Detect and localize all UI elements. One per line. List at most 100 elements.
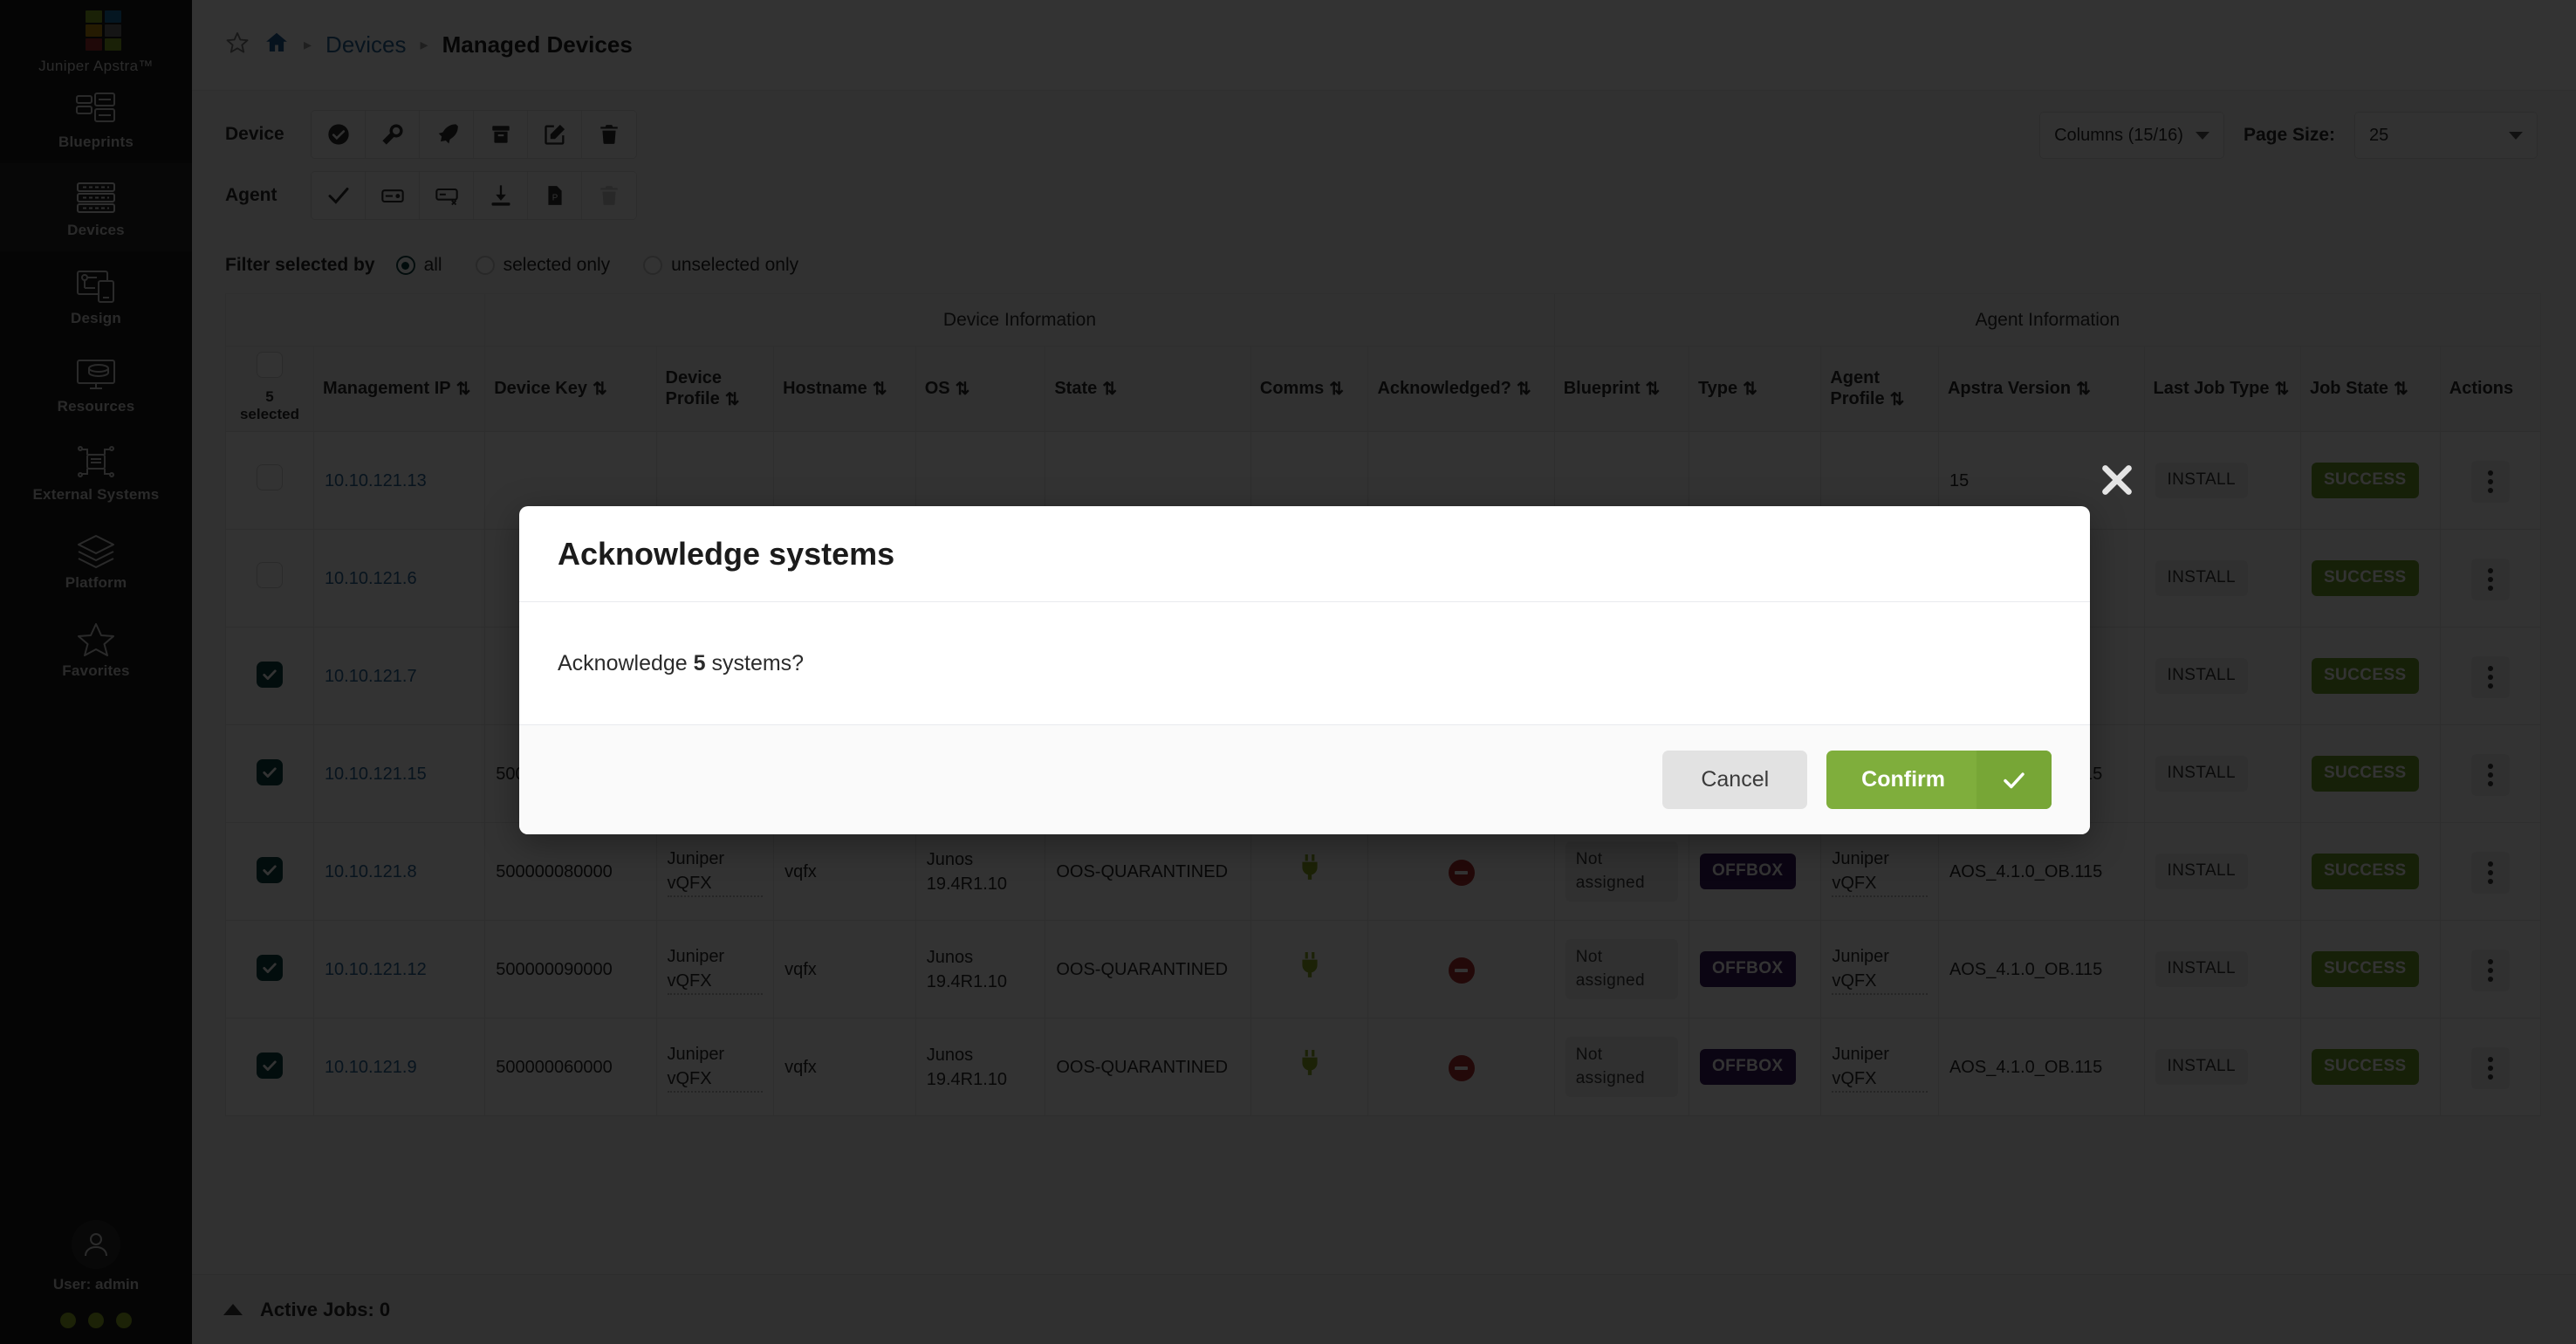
- management-ip-link[interactable]: 10.10.121.9: [325, 1058, 417, 1077]
- col-management-ip[interactable]: Management IP ⇅: [312, 345, 486, 433]
- row-select-cell[interactable]: [225, 431, 314, 531]
- agent-check-button[interactable]: [312, 172, 366, 219]
- management-ip-link[interactable]: 10.10.121.13: [325, 471, 427, 490]
- col-acknowledged[interactable]: Acknowledged? ⇅: [1367, 345, 1555, 433]
- sidebar-item-blueprints[interactable]: Blueprints: [0, 75, 192, 163]
- edit-button[interactable]: [528, 111, 582, 158]
- col-blueprint[interactable]: Blueprint ⇅: [1553, 345, 1689, 433]
- filter-option-unselected-only[interactable]: unselected only: [643, 255, 798, 276]
- design-icon: [76, 269, 116, 304]
- status-badge: SUCCESS: [2311, 951, 2419, 987]
- row-menu-button[interactable]: [2470, 1047, 2510, 1090]
- sidebar-item-favorites[interactable]: Favorites: [0, 604, 192, 692]
- sidebar-item-label: External Systems: [32, 486, 160, 503]
- col-agent-profile[interactable]: Agent Profile ⇅: [1820, 345, 1939, 433]
- device-key-cell: 500000060000: [484, 1018, 657, 1117]
- sidebar-item-label: Resources: [57, 398, 135, 415]
- home-icon[interactable]: [264, 30, 290, 60]
- row-menu-button[interactable]: [2470, 754, 2510, 797]
- comms-cell: [1250, 822, 1369, 922]
- row-select-cell[interactable]: [225, 1018, 314, 1117]
- row-select-cell[interactable]: [225, 529, 314, 628]
- row-checkbox[interactable]: [256, 561, 283, 588]
- bottom-status-bar[interactable]: Active Jobs: 0: [192, 1274, 2576, 1344]
- actions-cell[interactable]: [2439, 529, 2542, 628]
- col-os[interactable]: OS ⇅: [915, 345, 1046, 433]
- sort-icon: ⇅: [1645, 379, 1661, 399]
- actions-cell[interactable]: [2439, 920, 2542, 1019]
- row-checkbox[interactable]: [256, 759, 283, 786]
- col-type[interactable]: Type ⇅: [1688, 345, 1822, 433]
- agent-uninstall-button[interactable]: [420, 172, 474, 219]
- row-checkbox[interactable]: [256, 463, 283, 490]
- platform-icon: [76, 533, 116, 568]
- row-menu-button[interactable]: [2470, 461, 2510, 504]
- filter-option-all[interactable]: all: [395, 255, 442, 276]
- col-job-state[interactable]: Job State ⇅: [2299, 345, 2441, 433]
- star-outline-icon[interactable]: [225, 31, 250, 59]
- row-select-cell[interactable]: [225, 920, 314, 1019]
- management-ip-link[interactable]: 10.10.121.12: [325, 960, 427, 979]
- table-row[interactable]: 10.10.121.9 500000060000 Juniper vQFX vqfx J…: [225, 1018, 2542, 1117]
- expand-up-icon[interactable]: [223, 1304, 243, 1315]
- sidebar-item-platform[interactable]: Platform: [0, 516, 192, 604]
- col-state[interactable]: State ⇅: [1045, 345, 1251, 433]
- job-state-cell: SUCCESS: [2299, 724, 2441, 824]
- actions-cell[interactable]: [2439, 431, 2542, 531]
- row-checkbox[interactable]: [256, 857, 283, 884]
- archive-button[interactable]: [474, 111, 528, 158]
- brand-block[interactable]: Juniper Apstra™: [38, 0, 154, 75]
- row-checkbox[interactable]: [256, 1053, 283, 1080]
- select-all-header[interactable]: 5 selected: [225, 345, 314, 433]
- row-select-cell[interactable]: [225, 724, 314, 824]
- management-ip-link[interactable]: 10.10.121.15: [325, 765, 427, 784]
- row-menu-button[interactable]: [2470, 950, 2510, 992]
- agent-install-button[interactable]: [366, 172, 420, 219]
- columns-select[interactable]: Columns (15/16): [2039, 112, 2224, 159]
- actions-cell[interactable]: [2439, 627, 2542, 726]
- close-icon[interactable]: [2097, 460, 2137, 500]
- col-apstra-version[interactable]: Apstra Version ⇅: [1937, 345, 2145, 433]
- table-row[interactable]: 10.10.121.8 500000080000 Juniper vQFX vqfx J…: [225, 822, 2542, 922]
- breadcrumb-link-devices[interactable]: Devices: [325, 31, 406, 58]
- page-size-select[interactable]: 25: [2354, 112, 2538, 159]
- filter-option-selected-only[interactable]: selected only: [475, 255, 610, 276]
- row-checkbox[interactable]: [256, 662, 283, 689]
- actions-cell[interactable]: [2439, 1018, 2542, 1117]
- col-device-key[interactable]: Device Key ⇅: [484, 345, 657, 433]
- agent-download-button[interactable]: [474, 172, 528, 219]
- select-all-checkbox[interactable]: [256, 352, 283, 378]
- confirm-button[interactable]: Confirm: [1826, 751, 2052, 809]
- management-ip-link[interactable]: 10.10.121.6: [325, 569, 417, 588]
- star-icon: [76, 621, 116, 656]
- col-last-job-type[interactable]: Last Job Type ⇅: [2143, 345, 2301, 433]
- col-hostname[interactable]: Hostname ⇅: [773, 345, 916, 433]
- sidebar-item-external-systems[interactable]: External Systems: [0, 428, 192, 516]
- row-select-cell[interactable]: [225, 822, 314, 922]
- actions-cell[interactable]: [2439, 822, 2542, 922]
- management-ip-cell: 10.10.121.8: [312, 822, 486, 922]
- table-row[interactable]: 10.10.121.12 500000090000 Juniper vQFX vqfx…: [225, 920, 2542, 1019]
- management-ip-link[interactable]: 10.10.121.7: [325, 667, 417, 686]
- col-device-profile[interactable]: Device Profile ⇅: [655, 345, 775, 433]
- agent-pristine-config-button[interactable]: P: [528, 172, 582, 219]
- actions-cell[interactable]: [2439, 724, 2542, 824]
- sidebar-item-design[interactable]: Design: [0, 251, 192, 339]
- acknowledge-button[interactable]: [312, 111, 366, 158]
- cancel-button[interactable]: Cancel: [1662, 751, 1808, 809]
- row-menu-button[interactable]: [2470, 852, 2510, 895]
- sidebar-item-devices[interactable]: Devices: [0, 163, 192, 251]
- col-comms[interactable]: Comms ⇅: [1250, 345, 1369, 433]
- delete-button[interactable]: [582, 111, 636, 158]
- row-checkbox[interactable]: [256, 955, 283, 982]
- configure-button[interactable]: [366, 111, 420, 158]
- management-ip-cell: 10.10.121.6: [312, 529, 486, 628]
- last-job-type-badge: INSTALL: [2155, 951, 2248, 987]
- deploy-button[interactable]: [420, 111, 474, 158]
- sidebar-item-resources[interactable]: Resources: [0, 339, 192, 428]
- user-block[interactable]: User: admin: [0, 1220, 192, 1313]
- row-select-cell[interactable]: [225, 627, 314, 726]
- row-menu-button[interactable]: [2470, 559, 2510, 601]
- management-ip-link[interactable]: 10.10.121.8: [325, 862, 417, 881]
- row-menu-button[interactable]: [2470, 656, 2510, 699]
